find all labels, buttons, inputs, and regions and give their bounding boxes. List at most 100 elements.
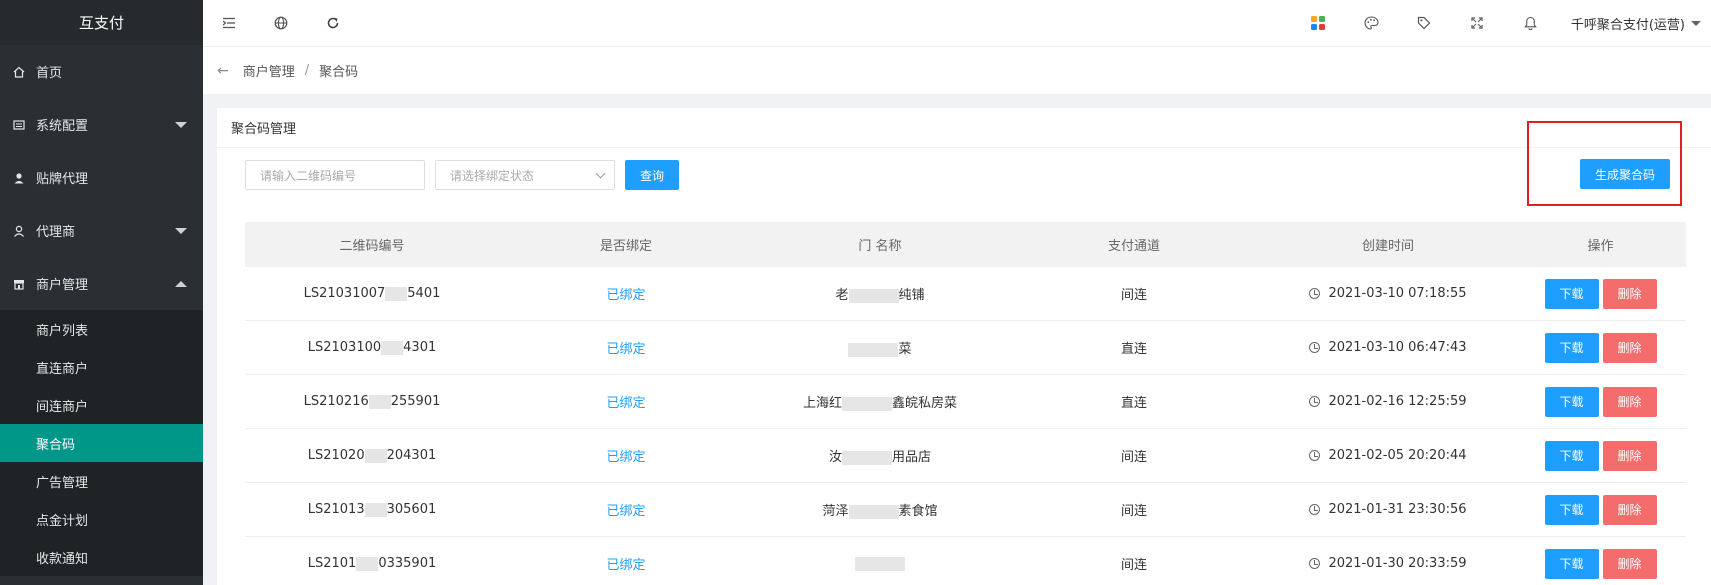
store-name-end: 菜 xyxy=(898,342,912,357)
actions-cell: 下载 删除 xyxy=(1515,440,1686,471)
sidebar-item-merchant-management[interactable]: 商户管理 xyxy=(0,257,203,310)
chevron-down-icon xyxy=(595,168,606,179)
actions-cell: 下载 删除 xyxy=(1515,548,1686,579)
store-name-cell: 上海红 鑫皖私房菜 xyxy=(753,392,1007,411)
sidebar-subitem-gold-plan[interactable]: 点金计划 xyxy=(0,500,203,538)
delete-button[interactable]: 删除 xyxy=(1602,440,1657,471)
clock-icon xyxy=(1309,396,1321,407)
qrcode-cell: LS21013 305601 xyxy=(245,502,499,517)
delete-button[interactable]: 删除 xyxy=(1602,332,1657,363)
download-button[interactable]: 下载 xyxy=(1544,278,1599,309)
column-header: 二维码编号 xyxy=(339,239,405,254)
content-card: 聚合码管理 请输入二维码编号 请选择绑定状态 查询 生成聚合码 二维码编号 是否… xyxy=(217,108,1711,585)
table-row: LS21031007 5401 已绑定 老 纯铺 间连 2021-03-10 07:… xyxy=(245,267,1686,321)
qrcode-number-start: LS2101 xyxy=(307,556,357,571)
store-name-end: 鑫皖私房菜 xyxy=(892,396,958,411)
query-button[interactable]: 查询 xyxy=(625,160,679,190)
sidebar-subitem-indirect-merchant[interactable]: 间连商户 xyxy=(0,386,203,424)
download-button[interactable]: 下载 xyxy=(1544,494,1599,525)
sidebar-item-agent[interactable]: 代理商 xyxy=(0,204,203,257)
user-icon xyxy=(12,224,26,238)
bell-icon[interactable] xyxy=(1504,0,1557,47)
column-header: 门 名称 xyxy=(858,239,902,254)
breadcrumb-item-current: 聚合码 xyxy=(319,65,359,80)
apps-icon[interactable] xyxy=(1292,0,1345,47)
created-time: 2021-01-30 20:33:59 xyxy=(1328,556,1467,571)
clock-icon xyxy=(1309,558,1321,569)
settings-icon xyxy=(12,118,26,132)
sidebar-item-home[interactable]: 首页 xyxy=(0,45,203,98)
palette-icon[interactable] xyxy=(1345,0,1398,47)
redacted-block xyxy=(364,448,387,463)
bind-status: 已绑定 xyxy=(606,558,646,573)
store-name-cell: 菜 xyxy=(753,338,1007,357)
payment-channel: 间连 xyxy=(1120,558,1147,573)
redacted-block xyxy=(381,340,404,355)
actions-cell: 下载 删除 xyxy=(1515,278,1686,309)
redacted-block xyxy=(848,288,899,303)
qrcode-number-end: 4301 xyxy=(403,340,437,355)
actions-cell: 下载 删除 xyxy=(1515,494,1686,525)
download-button[interactable]: 下载 xyxy=(1544,548,1599,579)
breadcrumb: ← 商户管理 / 聚合码 xyxy=(203,47,1711,94)
redacted-block xyxy=(356,556,379,571)
home-icon xyxy=(12,65,26,79)
created-time: 2021-01-31 23:30:56 xyxy=(1328,502,1467,517)
qrcode-number-start: LS21013 xyxy=(307,502,365,517)
qrcode-search-input[interactable]: 请输入二维码编号 xyxy=(245,160,425,190)
created-time: 2021-03-10 07:18:55 xyxy=(1328,286,1467,301)
bind-status-select[interactable]: 请选择绑定状态 xyxy=(435,160,615,190)
qrcode-cell: LS2103100 4301 xyxy=(245,340,499,355)
clock-icon xyxy=(1309,504,1321,515)
delete-button[interactable]: 删除 xyxy=(1602,386,1657,417)
created-time-cell: 2021-02-16 12:25:59 xyxy=(1261,394,1515,409)
created-time: 2021-02-16 12:25:59 xyxy=(1328,394,1467,409)
table-row: LS210216 255901 已绑定 上海红 鑫皖私房菜 直连 2021-02-1… xyxy=(245,375,1686,429)
column-header: 创建时间 xyxy=(1361,239,1414,254)
sidebar-subitem-ad-management[interactable]: 广告管理 xyxy=(0,462,203,500)
refresh-icon[interactable] xyxy=(307,0,359,47)
menu-toggle-icon[interactable] xyxy=(203,0,255,47)
fullscreen-icon[interactable] xyxy=(1451,0,1504,47)
sidebar-subitem-aggregate-code[interactable]: 聚合码 xyxy=(0,424,203,462)
user-menu[interactable]: 千呼聚合支付(运营) xyxy=(1557,14,1711,33)
delete-button[interactable]: 删除 xyxy=(1602,278,1657,309)
chevron-down-icon xyxy=(175,227,187,234)
delete-button[interactable]: 删除 xyxy=(1602,548,1657,579)
download-button[interactable]: 下载 xyxy=(1544,386,1599,417)
highlight-box xyxy=(1527,121,1682,206)
delete-button[interactable]: 删除 xyxy=(1602,494,1657,525)
bind-status: 已绑定 xyxy=(606,342,646,357)
sidebar-item-label: 代理商 xyxy=(36,225,76,240)
store-name-cell: 汝 用品店 xyxy=(753,446,1007,465)
sidebar-subitem-payment-notice[interactable]: 收款通知 xyxy=(0,538,203,576)
sidebar-item-system-config[interactable]: 系统配置 xyxy=(0,98,203,151)
created-time: 2021-03-10 06:47:43 xyxy=(1328,340,1467,355)
created-time-cell: 2021-01-31 23:30:56 xyxy=(1261,502,1515,517)
actions-cell: 下载 删除 xyxy=(1515,386,1686,417)
qrcode-number-end: 204301 xyxy=(386,448,437,463)
sidebar-item-label: 系统配置 xyxy=(36,119,89,134)
store-name-end: 纯铺 xyxy=(898,288,925,303)
person-icon xyxy=(12,171,26,185)
qrcode-cell: LS21020 204301 xyxy=(245,448,499,463)
store-icon xyxy=(12,277,26,291)
created-time-cell: 2021-03-10 07:18:55 xyxy=(1261,286,1515,301)
breadcrumb-item-merchant[interactable]: 商户管理 xyxy=(243,61,295,80)
sidebar-subitem-merchant-list[interactable]: 商户列表 xyxy=(0,310,203,348)
table-row: LS21013 305601 已绑定 菏泽 素食馆 间连 2021-01-31 23… xyxy=(245,483,1686,537)
download-button[interactable]: 下载 xyxy=(1544,440,1599,471)
column-header: 操作 xyxy=(1587,239,1614,254)
download-button[interactable]: 下载 xyxy=(1544,332,1599,363)
sidebar-item-oem-agent[interactable]: 贴牌代理 xyxy=(0,151,203,204)
back-arrow-icon[interactable]: ← xyxy=(217,63,229,79)
sidebar-subitem-direct-merchant[interactable]: 直连商户 xyxy=(0,348,203,386)
card-title: 聚合码管理 xyxy=(217,108,1711,148)
payment-channel: 间连 xyxy=(1120,288,1147,303)
qrcode-table: 二维码编号 是否绑定 门 名称 支付通道 创建时间 操作 LS21031007 5… xyxy=(245,222,1686,585)
tag-icon[interactable] xyxy=(1398,0,1451,47)
table-row: LS2103100 4301 已绑定 菜 直连 2021-03-10 06:47:… xyxy=(245,321,1686,375)
globe-icon[interactable] xyxy=(255,0,307,47)
redacted-block xyxy=(364,502,387,517)
redacted-block xyxy=(842,396,892,411)
